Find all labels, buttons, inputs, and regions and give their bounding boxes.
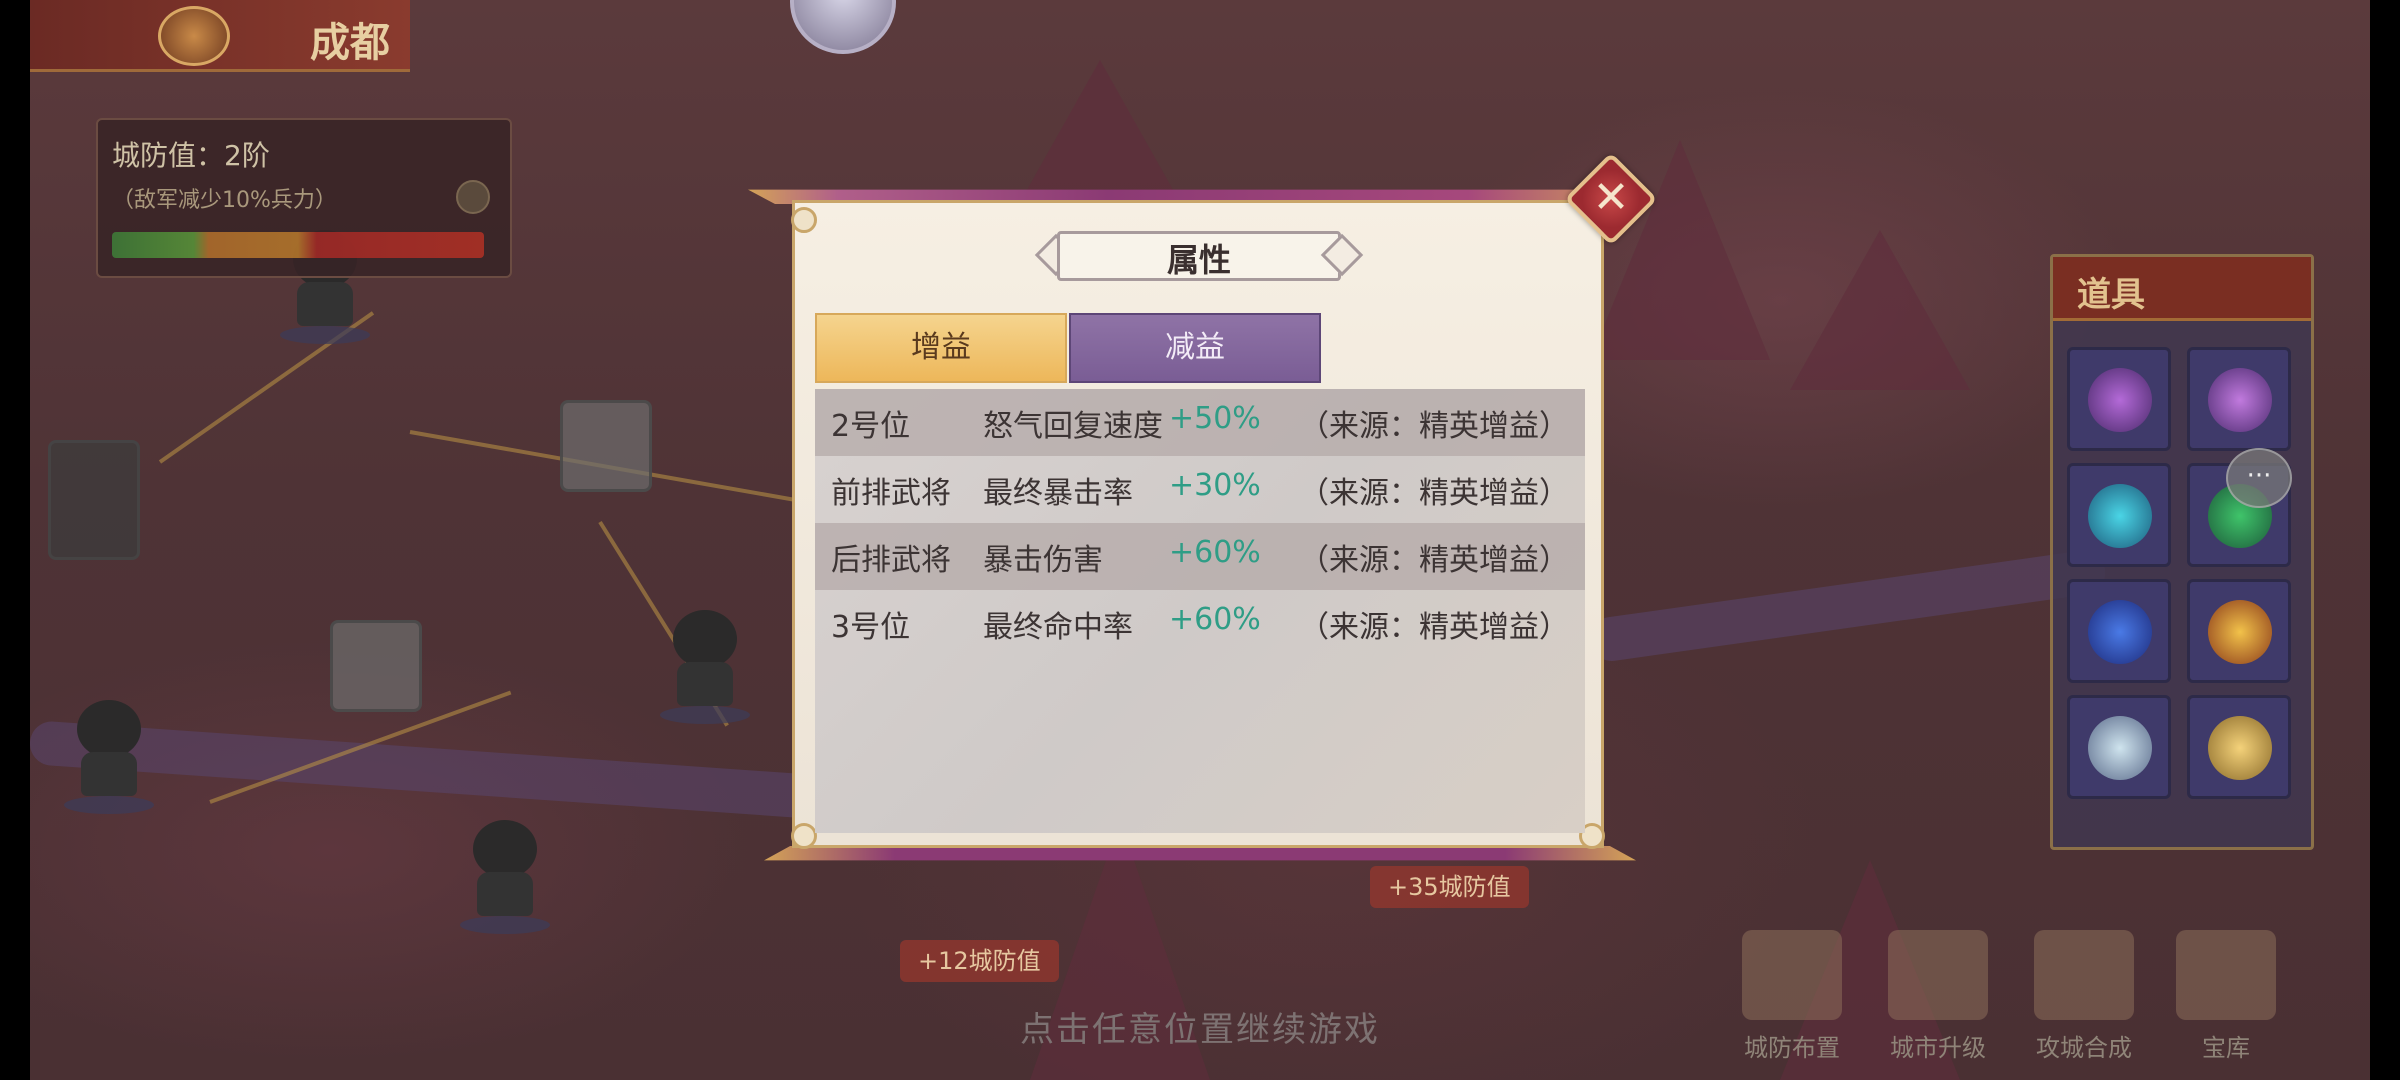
- attributes-modal: 属性 增益 减益 2号位 怒气回复速度 +50% （来源：精英增益） 前排武将 …: [791, 200, 1605, 849]
- blue-orb-icon: [2088, 600, 2152, 664]
- map-stage-node[interactable]: [330, 620, 422, 712]
- city-banner[interactable]: 成都: [30, 0, 410, 72]
- enemy-body: [297, 282, 353, 326]
- item-slot[interactable]: [2067, 463, 2171, 567]
- map-defense-tag: +35城防值: [1370, 866, 1529, 908]
- mountain-decoration: [1790, 230, 1970, 390]
- continue-hint[interactable]: 点击任意位置继续游戏: [0, 1002, 2400, 1051]
- help-icon[interactable]: [456, 180, 490, 214]
- map-defense-tag: +12城防值: [900, 940, 1059, 982]
- map-stage-node[interactable]: [560, 400, 652, 492]
- attribute-row: 后排武将 暴击伤害 +60% （来源：精英增益）: [815, 523, 1585, 590]
- tab-debuff[interactable]: 减益: [1069, 313, 1321, 383]
- defense-note: （敌军减少10%兵力）: [112, 188, 337, 213]
- corner-ornament: [791, 207, 817, 233]
- attribute-row: 3号位 最终命中率 +60% （来源：精英增益）: [815, 590, 1585, 657]
- enemy-body: [81, 752, 137, 796]
- item-panel-header: 道具: [2053, 257, 2311, 321]
- enemy-base: [64, 796, 154, 814]
- defense-progress-bar: [112, 232, 484, 258]
- map-stage-node[interactable]: [48, 440, 140, 560]
- corner-ornament: [791, 823, 817, 849]
- map-enemy-node[interactable]: [460, 820, 550, 934]
- row-value: +60%: [1169, 535, 1261, 570]
- enemy-base: [280, 326, 370, 344]
- tab-buff[interactable]: 增益: [815, 313, 1067, 383]
- modal-title: 属性: [1166, 241, 1231, 279]
- row-value: +30%: [1169, 468, 1261, 503]
- purple-orb-icon: [2088, 368, 2152, 432]
- row-value: +50%: [1169, 401, 1261, 436]
- row-attribute: 最终暴击率: [983, 476, 1133, 511]
- row-position: 3号位: [831, 610, 911, 645]
- city-name: 成都: [310, 20, 390, 66]
- row-value: +60%: [1169, 602, 1261, 637]
- row-position: 后排武将: [831, 543, 951, 578]
- enemy-base: [460, 916, 550, 934]
- attributes-list: 2号位 怒气回复速度 +50% （来源：精英增益） 前排武将 最终暴击率 +30…: [815, 389, 1585, 833]
- row-attribute: 暴击伤害: [983, 543, 1103, 578]
- item-slot[interactable]: [2067, 347, 2171, 451]
- city-emblem-icon: [158, 6, 230, 66]
- enemy-head: [473, 820, 537, 878]
- purple-orb-icon: [2208, 368, 2272, 432]
- row-source: （来源：精英增益）: [1299, 476, 1569, 511]
- modal-title-plate: 属性: [1031, 231, 1367, 281]
- enemy-head: [77, 700, 141, 758]
- cyan-orb-icon: [2088, 484, 2152, 548]
- item-panel-title: 道具: [2077, 275, 2145, 315]
- enemy-body: [677, 662, 733, 706]
- row-source: （来源：精英增益）: [1299, 610, 1569, 645]
- enemy-body: [477, 872, 533, 916]
- item-panel: 道具: [2050, 254, 2314, 850]
- map-enemy-node[interactable]: [64, 700, 154, 814]
- row-position: 2号位: [831, 409, 911, 444]
- river-decoration: [1586, 547, 2109, 664]
- item-slot[interactable]: [2067, 579, 2171, 683]
- enemy-base: [660, 706, 750, 724]
- cloud-orb-icon: [2088, 716, 2152, 780]
- defense-level-label: 城防值：2阶: [112, 139, 270, 172]
- map-enemy-node[interactable]: [660, 610, 750, 724]
- item-slot[interactable]: [2187, 695, 2291, 799]
- item-slot[interactable]: [2067, 695, 2171, 799]
- defense-panel: 城防值：2阶 （敌军减少10%兵力）: [96, 118, 512, 278]
- row-source: （来源：精英增益）: [1299, 543, 1569, 578]
- attribute-row: 2号位 怒气回复速度 +50% （来源：精英增益）: [815, 389, 1585, 456]
- enemy-head: [673, 610, 737, 668]
- item-slot[interactable]: [2187, 579, 2291, 683]
- row-position: 前排武将: [831, 476, 951, 511]
- row-attribute: 最终命中率: [983, 610, 1133, 645]
- gold-ingot-icon: [2208, 716, 2272, 780]
- row-attribute: 怒气回复速度: [983, 409, 1163, 444]
- item-slot[interactable]: [2187, 347, 2291, 451]
- attribute-row: 前排武将 最终暴击率 +30% （来源：精英增益）: [815, 456, 1585, 523]
- row-source: （来源：精英增益）: [1299, 409, 1569, 444]
- chat-bubble-icon[interactable]: ···: [2226, 448, 2292, 508]
- gold-orb-icon: [2208, 600, 2272, 664]
